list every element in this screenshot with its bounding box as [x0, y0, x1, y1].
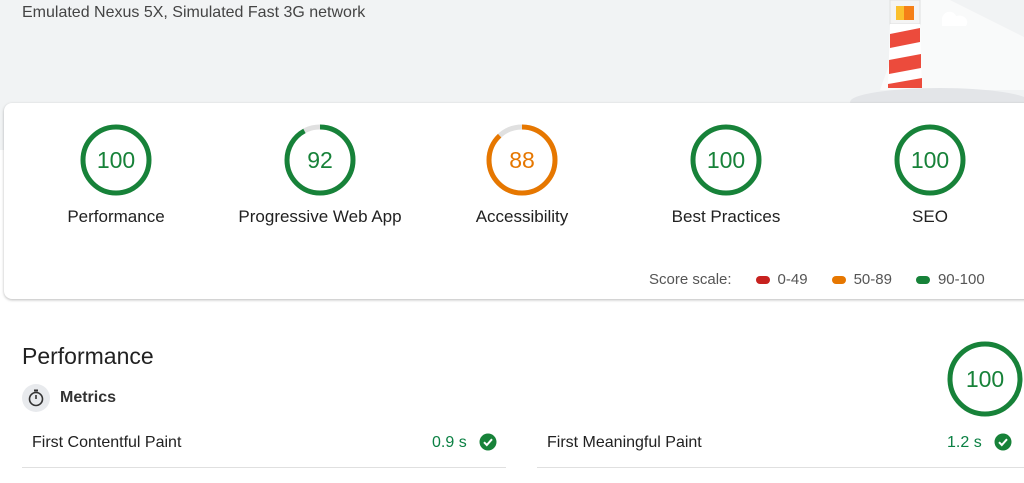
- score-summary-card: 100 Performance 92 Progressive Web App 8…: [4, 103, 1024, 299]
- metrics-label: Metrics: [60, 389, 117, 406]
- stopwatch-icon: [22, 384, 50, 412]
- gauge-score: 100: [97, 147, 135, 173]
- gauge-ring-icon: 100: [894, 124, 966, 196]
- gauge-label: Performance: [67, 207, 165, 226]
- metric-name: First Meaningful Paint: [547, 434, 702, 451]
- green-pill-icon: [915, 275, 930, 284]
- gauge-label: Accessibility: [475, 207, 569, 226]
- metric-row: First Meaningful Paint 1.2 s: [537, 425, 1024, 468]
- check-circle-icon: [994, 433, 1012, 451]
- lighthouse-logo-icon: [850, 0, 1024, 110]
- gauge-performance[interactable]: 100 Performance: [16, 123, 216, 227]
- red-pill-icon: [755, 275, 770, 284]
- gauge-score: 88: [509, 147, 535, 173]
- gauge-label: Best Practices: [671, 207, 781, 226]
- check-circle-icon: [479, 433, 497, 451]
- performance-section-gauge: 100: [946, 340, 1024, 423]
- metric-value: 0.9 s: [432, 434, 467, 451]
- gauge-score: 92: [307, 147, 333, 173]
- score-scale-legend: Score scale: 0-49 50-89 90-100: [649, 271, 985, 288]
- gauge-label: SEO: [912, 207, 948, 226]
- score-scale-label: Score scale:: [649, 271, 732, 288]
- environment-text: Emulated Nexus 5X, Simulated Fast 3G net…: [22, 4, 366, 21]
- scale-range-average: 50-89: [853, 271, 892, 288]
- scale-range-fail: 0-49: [777, 271, 808, 288]
- orange-pill-icon: [831, 275, 846, 284]
- gauge-ring-icon: 88: [486, 124, 558, 196]
- metric-row: First Contentful Paint 0.9 s: [22, 425, 506, 468]
- section-title: Performance: [22, 343, 154, 369]
- metrics-header: Metrics: [22, 384, 116, 412]
- metric-name: First Contentful Paint: [32, 434, 182, 451]
- gauge-score: 100: [707, 147, 745, 173]
- gauge-score: 100: [911, 147, 949, 173]
- gauge-ring-icon: 100: [80, 124, 152, 196]
- gauge-seo[interactable]: 100 SEO: [830, 123, 1024, 227]
- gauge-best-practices[interactable]: 100 Best Practices: [626, 123, 826, 227]
- gauge-ring-icon: 100: [690, 124, 762, 196]
- gauge-pwa[interactable]: 92 Progressive Web App: [220, 123, 420, 227]
- gauge-ring-icon: 100: [947, 341, 1023, 417]
- scale-range-pass: 90-100: [937, 271, 985, 288]
- gauge-label: Progressive Web App: [238, 207, 402, 226]
- gauge-accessibility[interactable]: 88 Accessibility: [422, 123, 622, 227]
- metric-value: 1.2 s: [947, 434, 982, 451]
- gauge-ring-icon: 92: [284, 124, 356, 196]
- gauge-score: 100: [966, 366, 1004, 392]
